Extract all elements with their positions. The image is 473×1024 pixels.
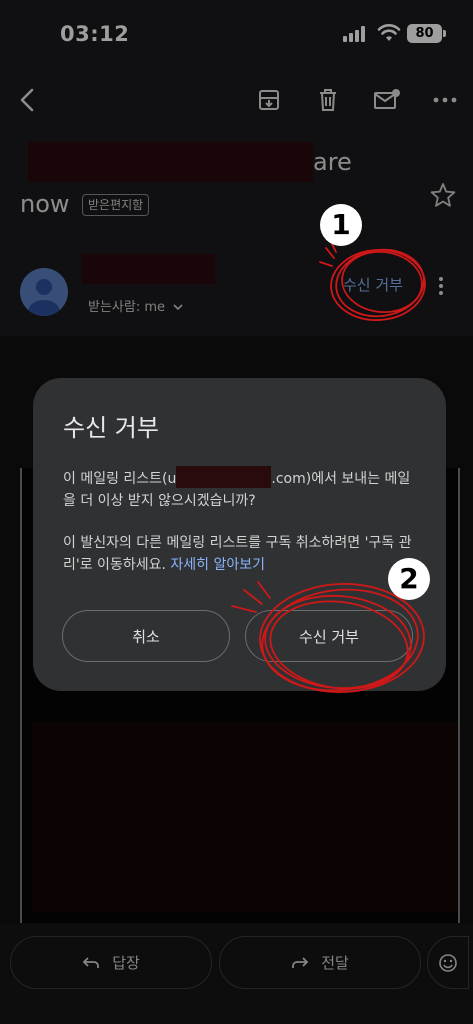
dialog-title: 수신 거부 bbox=[63, 414, 159, 442]
dialog-message: 이 메일링 리스트(u .com)에서 보내는 메일을 더 이상 받지 않으시겠습… bbox=[63, 466, 423, 512]
cancel-button[interactable]: 취소 bbox=[62, 610, 230, 662]
dialog-help-text: 이 발신자의 다른 메일링 리스트를 구독 취소하려면 '구독 관리'로 이동하… bbox=[63, 532, 423, 576]
unsubscribe-dialog: 수신 거부 이 메일링 리스트(u .com)에서 보내는 메일을 더 이상 받지… bbox=[33, 378, 446, 691]
dialog-message-pre: 이 메일링 리스트(u bbox=[63, 471, 177, 487]
email-domain-redaction bbox=[176, 466, 272, 488]
step-1-badge: 1 bbox=[320, 204, 362, 246]
step-2-badge: 2 bbox=[388, 558, 430, 600]
learn-more-link[interactable]: 자세히 알아보기 bbox=[170, 557, 265, 573]
confirm-unsubscribe-button[interactable]: 수신 거부 bbox=[245, 610, 413, 662]
